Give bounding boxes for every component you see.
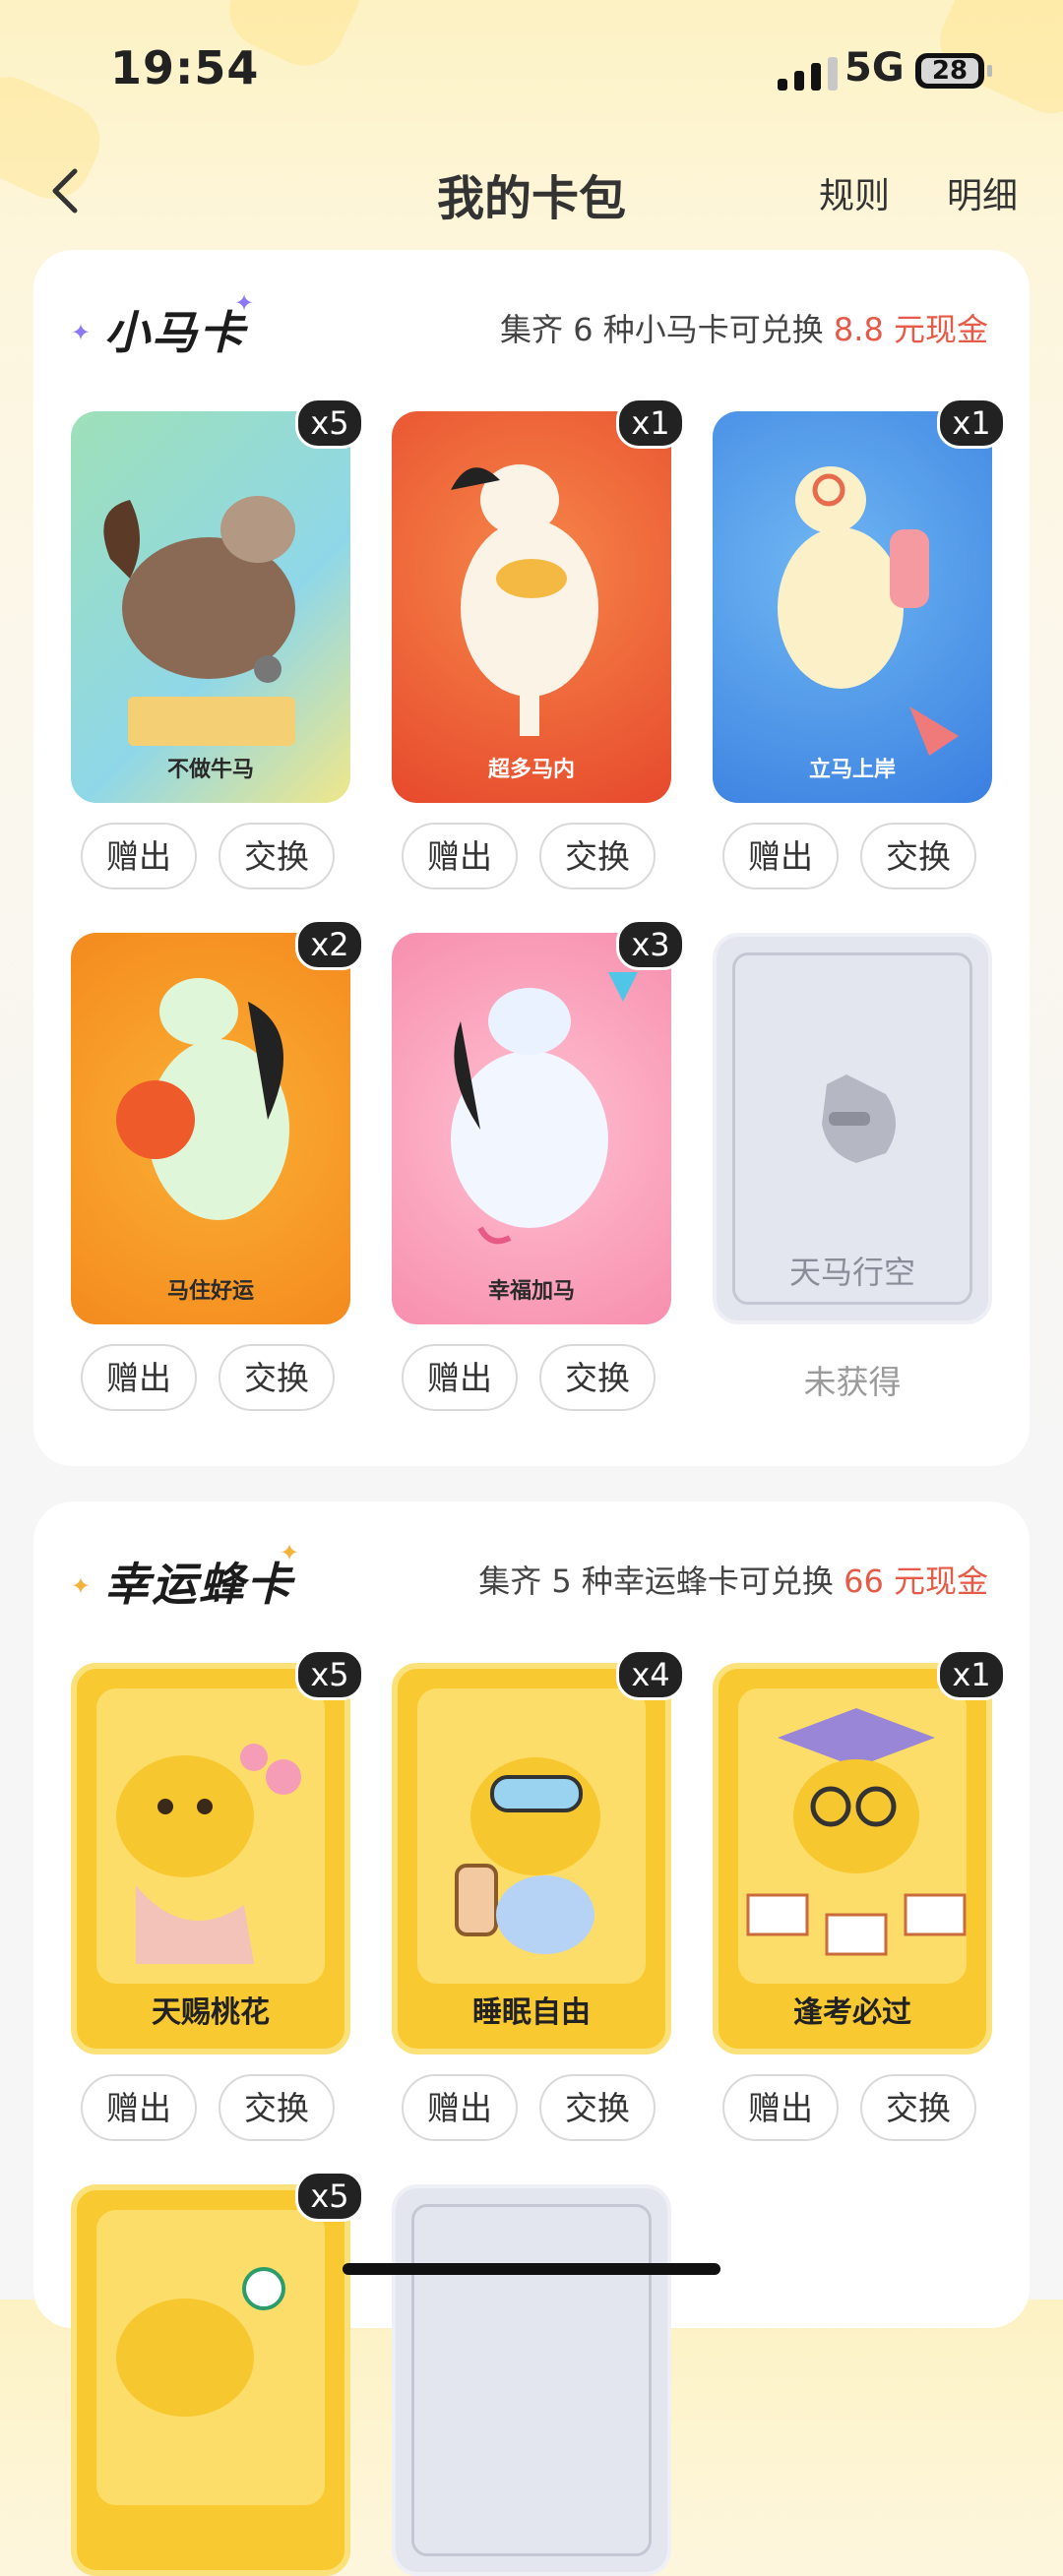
nav-bar: 我的卡包 规则 明细	[0, 148, 1063, 236]
gift-button[interactable]: 赠出	[81, 2074, 197, 2141]
status-time: 19:54	[110, 41, 260, 94]
sparkle-icon: ✦	[234, 289, 255, 317]
card-name: 不做牛马	[166, 758, 254, 782]
card-bu-zuo-niu-ma[interactable]: 不做牛马	[71, 411, 350, 803]
exchange-button[interactable]: 交换	[860, 823, 976, 889]
count-badge: x3	[616, 919, 685, 970]
sparkle-icon: ✦	[280, 1539, 300, 1566]
card-name: 马住好运	[166, 1279, 254, 1304]
exchange-button[interactable]: 交换	[219, 2074, 335, 2141]
card-name: 逢考必过	[793, 1995, 911, 2030]
section-description: 集齐 6 种小马卡可兑换 8.8 元现金	[500, 311, 988, 348]
count-badge: x2	[295, 919, 364, 970]
horse-illustration	[103, 496, 295, 746]
card-ma-zhu-hao-yun[interactable]: 马住好运	[71, 933, 350, 1324]
gift-button[interactable]: 赠出	[722, 2074, 839, 2141]
exchange-button[interactable]: 交换	[539, 823, 656, 889]
exchange-button[interactable]: 交换	[539, 1344, 656, 1411]
exchange-button[interactable]: 交换	[539, 2074, 656, 2141]
section-title: 幸运蜂卡	[96, 1549, 307, 1614]
card-shui-mian-zi-you[interactable]: 睡眠自由	[392, 1663, 671, 2055]
section-description: 集齐 5 种幸运蜂卡可兑换 66 元现金	[478, 1563, 988, 1600]
section-title: 小马卡	[96, 297, 260, 362]
card-tian-ci-tao-hua[interactable]: 天赐桃花	[71, 1663, 350, 2055]
signal-icon	[778, 57, 838, 91]
count-badge: x1	[937, 398, 1006, 449]
sparkle-icon: ✦	[71, 319, 92, 346]
details-link[interactable]: 明细	[947, 167, 1018, 218]
horse-card-section: 小马卡 ✦ ✦ 集齐 6 种小马卡可兑换 8.8 元现金 不做牛马 x5 赠出 …	[33, 250, 1030, 1466]
card-xing-fu-jia-ma[interactable]: 幸福加马	[392, 933, 671, 1324]
gift-button[interactable]: 赠出	[402, 823, 518, 889]
card-name: 超多马内	[487, 758, 575, 782]
card-name: 幸福加马	[487, 1279, 575, 1304]
card-feng-kao-bi-guo[interactable]: 逢考必过	[713, 1663, 992, 2055]
card-name: 天马行空	[788, 1254, 915, 1291]
horse-illustration	[778, 466, 959, 756]
page-title: 我的卡包	[436, 171, 626, 226]
horse-silhouette-icon	[822, 1074, 896, 1163]
count-badge: x5	[295, 2171, 364, 2222]
bee-illustration	[96, 2210, 325, 2505]
count-badge: x5	[295, 1649, 364, 1700]
count-badge: x4	[616, 1649, 685, 1700]
rules-link[interactable]: 规则	[819, 167, 890, 218]
exchange-button[interactable]: 交换	[219, 1344, 335, 1411]
unobtained-label: 未获得	[803, 1363, 902, 1401]
card-name: 立马上岸	[808, 758, 896, 782]
battery-icon: 28	[915, 53, 992, 89]
card-li-ma-shang-an[interactable]: 立马上岸	[713, 411, 992, 803]
gift-button[interactable]: 赠出	[402, 1344, 518, 1411]
gift-button[interactable]: 赠出	[81, 1344, 197, 1411]
home-indicator	[343, 2263, 720, 2275]
status-bar: 19:54 5G 28	[0, 0, 1063, 138]
gift-button[interactable]: 赠出	[402, 2074, 518, 2141]
count-badge: x1	[616, 398, 685, 449]
card-bee-4[interactable]	[71, 2184, 350, 2576]
sparkle-icon: ✦	[71, 1572, 92, 1600]
horse-illustration	[451, 972, 638, 1245]
card-tian-ma-xing-kong-locked[interactable]: 天马行空	[713, 933, 992, 1324]
exchange-button[interactable]: 交换	[860, 2074, 976, 2141]
horse-illustration	[116, 978, 289, 1220]
gift-button[interactable]: 赠出	[722, 823, 839, 889]
horse-illustration	[451, 464, 598, 736]
count-badge: x5	[295, 398, 364, 449]
exchange-button[interactable]: 交换	[219, 823, 335, 889]
bee-card-section: 幸运蜂卡 ✦ ✦ 集齐 5 种幸运蜂卡可兑换 66 元现金 天赐桃花 x5 赠出…	[33, 1502, 1030, 2576]
card-name: 天赐桃花	[152, 1995, 270, 2030]
card-name: 睡眠自由	[472, 1995, 591, 2030]
gift-button[interactable]: 赠出	[81, 823, 197, 889]
network-type: 5G	[844, 45, 905, 91]
card-bee-5-locked[interactable]	[392, 2184, 671, 2576]
battery-level: 28	[921, 58, 978, 84]
count-badge: x1	[937, 1649, 1006, 1700]
card-chao-duo-ma-nei[interactable]: 超多马内	[392, 411, 671, 803]
